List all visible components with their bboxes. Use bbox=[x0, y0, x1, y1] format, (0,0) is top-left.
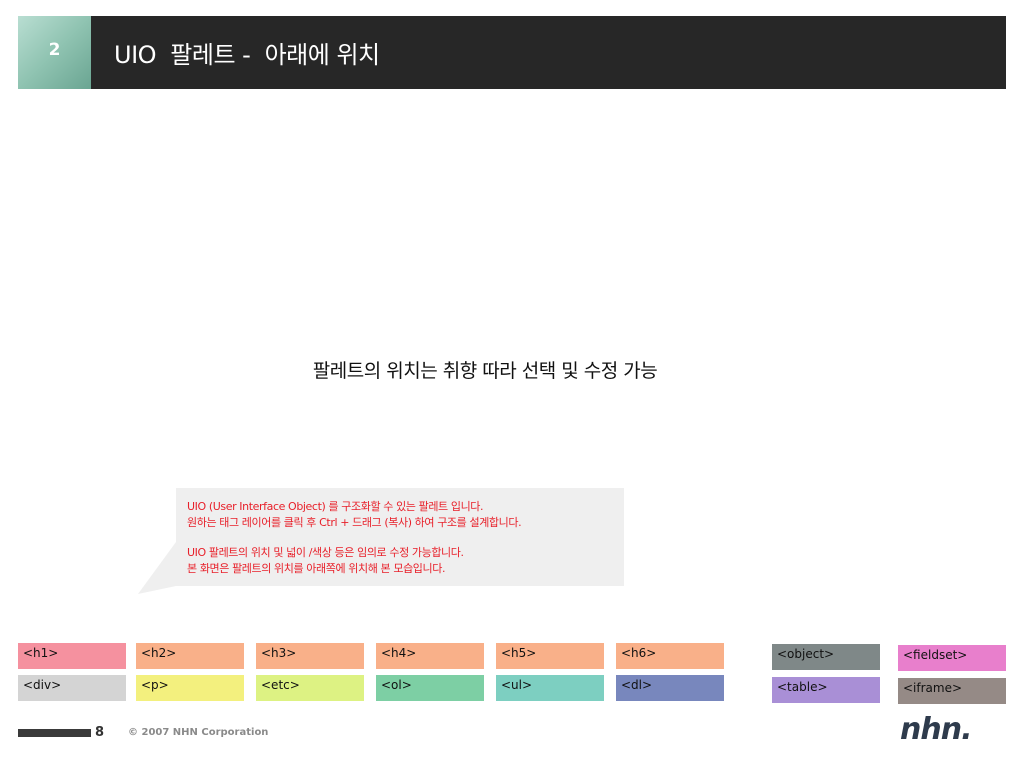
palette-tag-dl[interactable]: <dl> bbox=[616, 675, 724, 701]
callout-line-2: 원하는 태그 레이어를 클릭 후 Ctrl + 드래그 (복사) 하여 구조를 … bbox=[187, 515, 522, 529]
palette-tag-h2[interactable]: <h2> bbox=[136, 643, 244, 669]
palette-tag-h1[interactable]: <h1> bbox=[18, 643, 126, 669]
footer-bar bbox=[18, 729, 91, 737]
slide-number: 2 bbox=[48, 40, 61, 60]
palette-tag-iframe[interactable]: <iframe> bbox=[898, 678, 1006, 704]
slide: 2 UIO 팔레트 - 아래에 위치 팔레트의 위치는 취향 따라 선택 및 수… bbox=[0, 0, 1024, 768]
palette-tag-div[interactable]: <div> bbox=[18, 675, 126, 701]
page-title: UIO 팔레트 - 아래에 위치 bbox=[114, 41, 380, 69]
center-caption: 팔레트의 위치는 취향 따라 선택 및 수정 가능 bbox=[312, 360, 658, 382]
palette-tag-table[interactable]: <table> bbox=[772, 677, 880, 703]
callout-line-1: UIO (User Interface Object) 를 구조화할 수 있는 … bbox=[187, 500, 484, 513]
title-bar: 2 UIO 팔레트 - 아래에 위치 bbox=[18, 16, 1006, 89]
palette-tag-h5[interactable]: <h5> bbox=[496, 643, 604, 669]
palette-tag-etc[interactable]: <etc> bbox=[256, 675, 364, 701]
palette-tag-h6[interactable]: <h6> bbox=[616, 643, 724, 669]
palette-tag-h3[interactable]: <h3> bbox=[256, 643, 364, 669]
page-number: 8 bbox=[95, 725, 105, 740]
palette-tag-fieldset[interactable]: <fieldset> bbox=[898, 645, 1006, 671]
palette-tag-ol[interactable]: <ol> bbox=[376, 675, 484, 701]
palette-tag-ul[interactable]: <ul> bbox=[496, 675, 604, 701]
palette-tag-object[interactable]: <object> bbox=[772, 644, 880, 670]
callout-text: UIO (User Interface Object) 를 구조화할 수 있는 … bbox=[187, 499, 621, 576]
slide-number-badge: 2 bbox=[18, 16, 91, 89]
callout-box: UIO (User Interface Object) 를 구조화할 수 있는 … bbox=[176, 488, 624, 586]
palette-tag-h4[interactable]: <h4> bbox=[376, 643, 484, 669]
callout-line-3: UIO 팔레트의 위치 및 넓이 /색상 등은 임의로 수정 가능합니다. bbox=[187, 546, 464, 559]
nhn-logo: nhn. bbox=[900, 712, 972, 747]
copyright-notice: © 2007 NHN Corporation bbox=[128, 727, 269, 738]
callout-line-4: 본 화면은 팔레트의 위치를 아래쪽에 위치해 본 모습입니다. bbox=[187, 561, 446, 575]
palette-tag-p[interactable]: <p> bbox=[136, 675, 244, 701]
